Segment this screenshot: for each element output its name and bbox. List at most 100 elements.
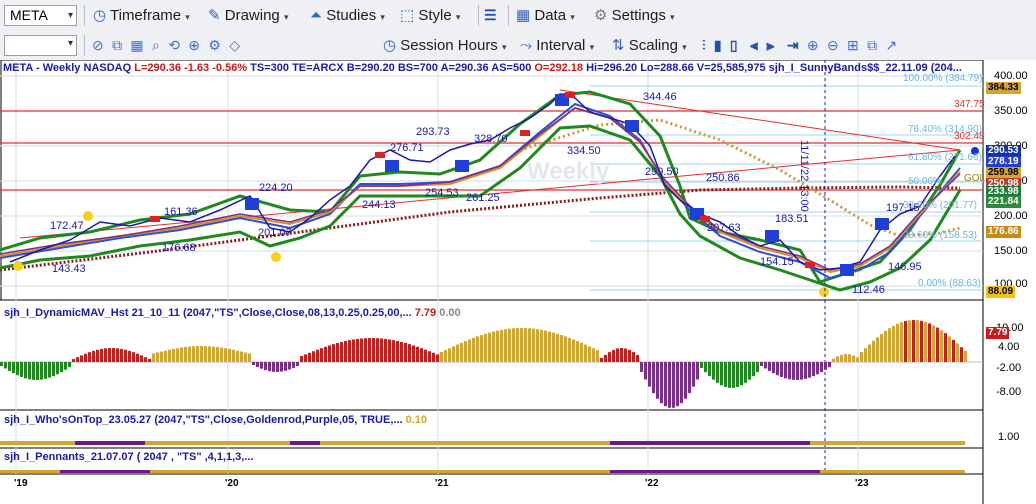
whos-on-top-study-label[interactable]: sjh_I_Who'sOnTop_23.05.27 (2047,"TS",Clo… [4, 414, 427, 426]
capture-icon[interactable]: ⧉ [867, 37, 877, 53]
scroll-end-icon[interactable]: ⇥ [787, 37, 799, 53]
price-badge: 88.09 [986, 286, 1016, 298]
object-icon[interactable]: ◇ [229, 37, 240, 53]
mav-bar [640, 362, 643, 372]
mav-bar [272, 362, 275, 372]
mav-bar [148, 359, 151, 362]
compress-icon[interactable]: ⫷ [750, 37, 758, 53]
candle-icon[interactable]: ▮ [714, 37, 722, 53]
mav-bar [876, 337, 879, 362]
data-menu[interactable]: ▦ Data ▾ [516, 0, 575, 33]
mav-bar [932, 325, 935, 362]
zoom-out-icon[interactable]: ⊖ [827, 37, 839, 53]
info-ts: TS=300 [250, 62, 289, 74]
interval-menu[interactable]: ⤳ Interval ▾ [520, 31, 594, 62]
ohlc-bar-icon[interactable]: ⫶ [702, 37, 706, 53]
mav-bar [616, 348, 619, 362]
mav-bar [560, 335, 563, 362]
link-icon[interactable]: ⊘ [92, 37, 104, 53]
drawing-menu[interactable]: ✎ Drawing ▾ [208, 0, 288, 33]
pennants-study-label[interactable]: sjh_I_Pennants_21.07.07 ( 2047 , "TS" ,4… [4, 451, 254, 463]
mav-bar [504, 329, 507, 362]
chevron-down-icon[interactable]: ▾ [68, 38, 73, 49]
session-hours-menu[interactable]: ◷ Session Hours ▾ [383, 31, 507, 62]
separator [508, 5, 509, 26]
mav-bar [760, 362, 763, 366]
mav-bar [492, 331, 495, 362]
style-menu[interactable]: ⬚ Style ▾ [400, 0, 460, 33]
mav-bar [468, 339, 471, 362]
mav-bar [72, 359, 75, 362]
mav-bar [84, 353, 87, 362]
price-label: 161.36 [164, 206, 198, 218]
chart-canvas[interactable] [0, 60, 1036, 504]
add-chart-icon[interactable]: ↗ [885, 37, 897, 53]
expand-icon[interactable]: ⫸ [766, 37, 774, 53]
price-label: 146.95 [888, 261, 922, 273]
scaling-icon: ⇅ [612, 37, 625, 54]
x-axis-label: '22 [645, 478, 659, 489]
scaling-menu[interactable]: ⇅ Scaling ▾ [612, 31, 687, 62]
level-label: 347.75 [954, 99, 985, 110]
mav-bar [236, 350, 239, 362]
layout-button[interactable]: ☰ [484, 0, 497, 31]
timeframe-menu[interactable]: ◷ Timeframe ▾ [93, 0, 190, 33]
studies-menu[interactable]: ⏶ Studies ▾ [310, 0, 385, 33]
mav-bar [24, 362, 27, 379]
mav-bar [612, 349, 615, 362]
mav-bar [120, 348, 123, 362]
chevron-down-icon: ▾ [185, 12, 190, 22]
zoom-in-icon[interactable]: ⊕ [807, 37, 819, 53]
mav-bar [636, 354, 639, 362]
x-axis-label: '20 [225, 478, 239, 489]
mav-bar [792, 362, 795, 380]
mav-bar [596, 350, 599, 362]
mav-bar [312, 351, 315, 362]
zoom-fit-icon[interactable]: ⊞ [847, 37, 859, 53]
price-label: 207.63 [707, 222, 741, 234]
settings-menu[interactable]: ⚙ Settings ▾ [594, 0, 675, 33]
mav-bar [304, 354, 307, 362]
chart-settings-icon[interactable]: ⚙ [208, 37, 221, 53]
mav-bar [296, 362, 299, 366]
mav-bar [536, 329, 539, 362]
mav-bar [388, 339, 391, 362]
mav-bar [784, 362, 787, 379]
mav-bar [332, 344, 335, 362]
chevron-down-icon[interactable]: ▾ [68, 6, 73, 25]
mav-bar [872, 340, 875, 362]
mav-bar [844, 354, 847, 362]
layout-select[interactable]: ▾ [4, 35, 77, 56]
table-icon: ▦ [516, 7, 531, 24]
price-label: 112.46 [852, 284, 885, 296]
mav-bar [708, 362, 711, 377]
mav-bar [248, 353, 251, 362]
grid-icon[interactable]: ▦ [130, 37, 143, 53]
mav-bar [384, 338, 387, 362]
price-label: 224.20 [259, 182, 293, 194]
mav-bar [208, 346, 211, 362]
fib-label: 50.00% [908, 176, 942, 187]
cycle-icon[interactable]: ⟲ [168, 37, 180, 53]
mav-bar [396, 340, 399, 362]
hollow-candle-icon[interactable]: ▯ [730, 37, 738, 53]
price-label: 244.13 [362, 199, 396, 211]
icon-group-right: ⫶ ▮ ▯ ⫷ ⫸ ⇥ ⊕ ⊖ ⊞ ⧉ ↗ [702, 31, 897, 60]
mav-study-label[interactable]: sjh_I_DynamicMAV_Hst 21_10_11 (2047,"TS"… [4, 307, 461, 319]
mav-bar [436, 354, 439, 362]
duplicate-icon[interactable]: ⧉ [112, 37, 122, 53]
mav-bar [900, 322, 903, 362]
chevron-down-icon: ▾ [570, 12, 575, 22]
studies-icon: ⏶ [310, 7, 323, 24]
crosshair-icon[interactable]: ⊕ [188, 37, 200, 53]
mav-bar [916, 320, 919, 362]
mav-bar [484, 333, 487, 362]
mav-bar [60, 362, 63, 373]
mav-bar [0, 362, 3, 366]
mav-bar [704, 362, 707, 373]
magnifier-icon[interactable]: ⌕ [152, 37, 160, 53]
info-last: L=290.36 [134, 62, 182, 74]
mav-bar [428, 351, 431, 362]
mav-bar [336, 342, 339, 362]
symbol-input[interactable]: META ▾ [4, 5, 77, 26]
